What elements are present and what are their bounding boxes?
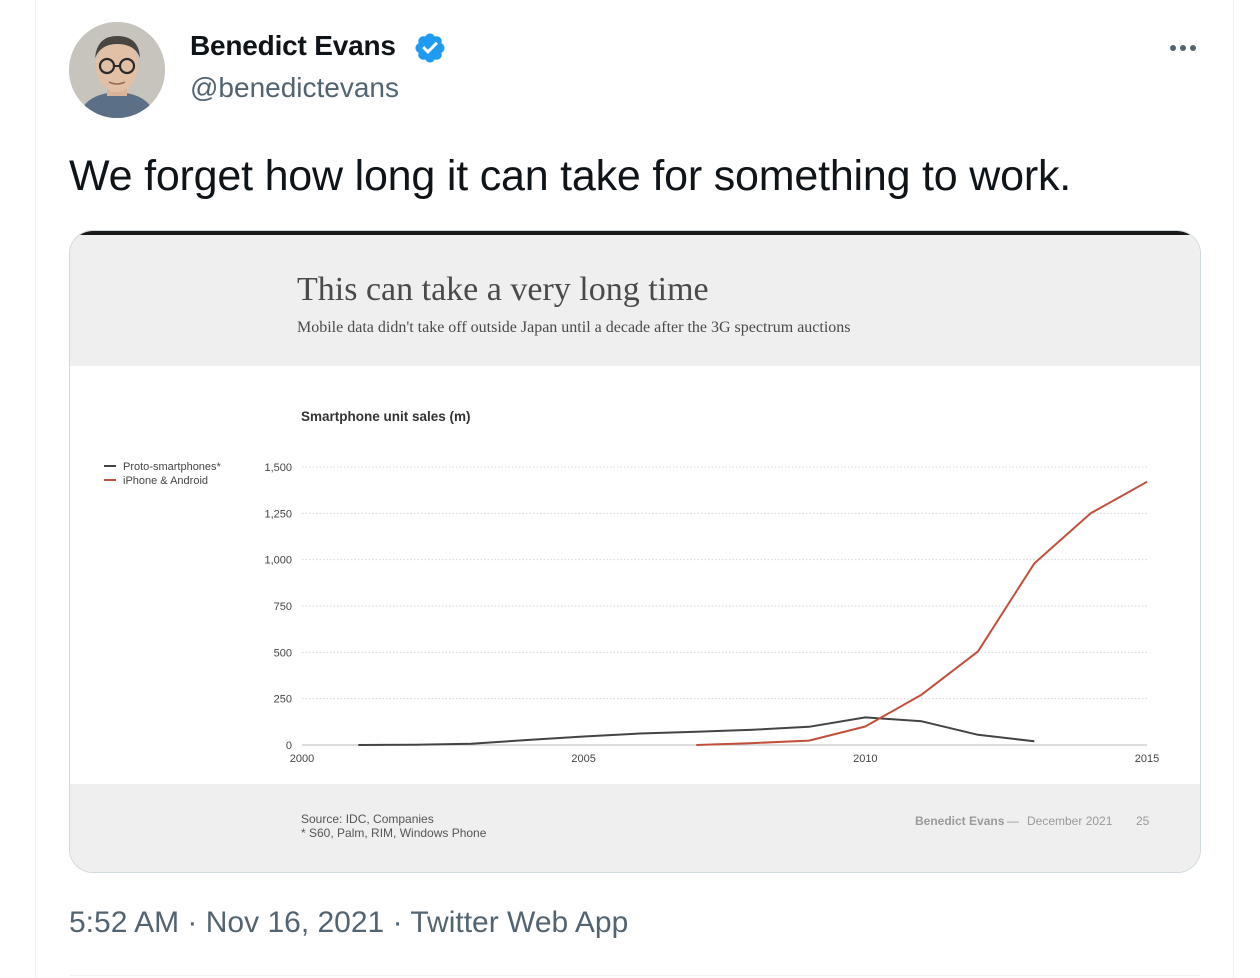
x-tick-label: 2000 xyxy=(290,753,314,765)
left-border xyxy=(35,0,36,978)
footer-page-number: 25 xyxy=(1136,814,1150,828)
tweet-source-link[interactable]: Twitter Web App xyxy=(410,906,628,939)
tweet-time-link[interactable]: 5:52 AM xyxy=(69,906,179,939)
y-tick-label: 500 xyxy=(274,647,292,659)
slide-title: This can take a very long time xyxy=(297,271,709,308)
author-name[interactable]: Benedict Evans xyxy=(190,30,396,62)
bottom-divider xyxy=(70,975,1200,976)
more-options-icon[interactable] xyxy=(1163,30,1203,66)
tweet-text: We forget how long it can take for somet… xyxy=(69,152,1071,200)
tweet-media-image[interactable]: This can take a very long time Mobile da… xyxy=(69,230,1201,873)
y-tick-label: 0 xyxy=(286,740,292,752)
x-tick-label: 2010 xyxy=(853,753,877,765)
avatar[interactable] xyxy=(69,22,165,118)
separator: · xyxy=(392,906,403,939)
footer-footnote: * S60, Palm, RIM, Windows Phone xyxy=(301,826,487,840)
author-handle[interactable]: @benedictevans xyxy=(190,72,399,104)
avatar-image xyxy=(69,22,165,118)
more-dot xyxy=(1180,45,1186,51)
legend-label: Proto-smartphones* xyxy=(123,461,222,473)
line-chart: Smartphone unit sales (m) 0 250 500 750 1,00… xyxy=(104,409,1159,765)
y-tick-label: 1,000 xyxy=(264,555,292,567)
x-tick-label: 2015 xyxy=(1135,753,1159,765)
y-tick-label: 750 xyxy=(274,601,292,613)
tweet-date-link[interactable]: Nov 16, 2021 xyxy=(206,906,384,939)
x-tick-label: 2005 xyxy=(571,753,595,765)
tweet-timestamp: 5:52 AM · Nov 16, 2021 · Twitter Web App xyxy=(69,906,628,940)
slide-header: This can take a very long time Mobile da… xyxy=(70,235,1200,366)
legend-label: iPhone & Android xyxy=(123,475,208,487)
more-dot xyxy=(1170,45,1176,51)
footer-dash: — xyxy=(1007,814,1019,828)
footer-author: Benedict Evans xyxy=(915,814,1005,828)
footer-source: Source: IDC, Companies xyxy=(301,812,434,826)
slide-subtitle: Mobile data didn't take off outside Japa… xyxy=(297,319,851,336)
y-tick-label: 1,250 xyxy=(264,508,292,520)
y-tick-label: 1,500 xyxy=(264,462,292,474)
chart-title: Smartphone unit sales (m) xyxy=(301,409,471,424)
y-tick-label: 250 xyxy=(274,694,292,706)
series-line-proto-smartphones xyxy=(358,716,1035,746)
separator: · xyxy=(187,906,198,939)
series-line-iphone-android xyxy=(696,480,1148,746)
verified-badge-icon xyxy=(415,33,445,63)
more-dot xyxy=(1190,45,1196,51)
slide-footer: Source: IDC, Companies * S60, Palm, RIM,… xyxy=(70,784,1200,872)
right-border xyxy=(1233,0,1234,978)
footer-date: December 2021 xyxy=(1027,814,1113,828)
